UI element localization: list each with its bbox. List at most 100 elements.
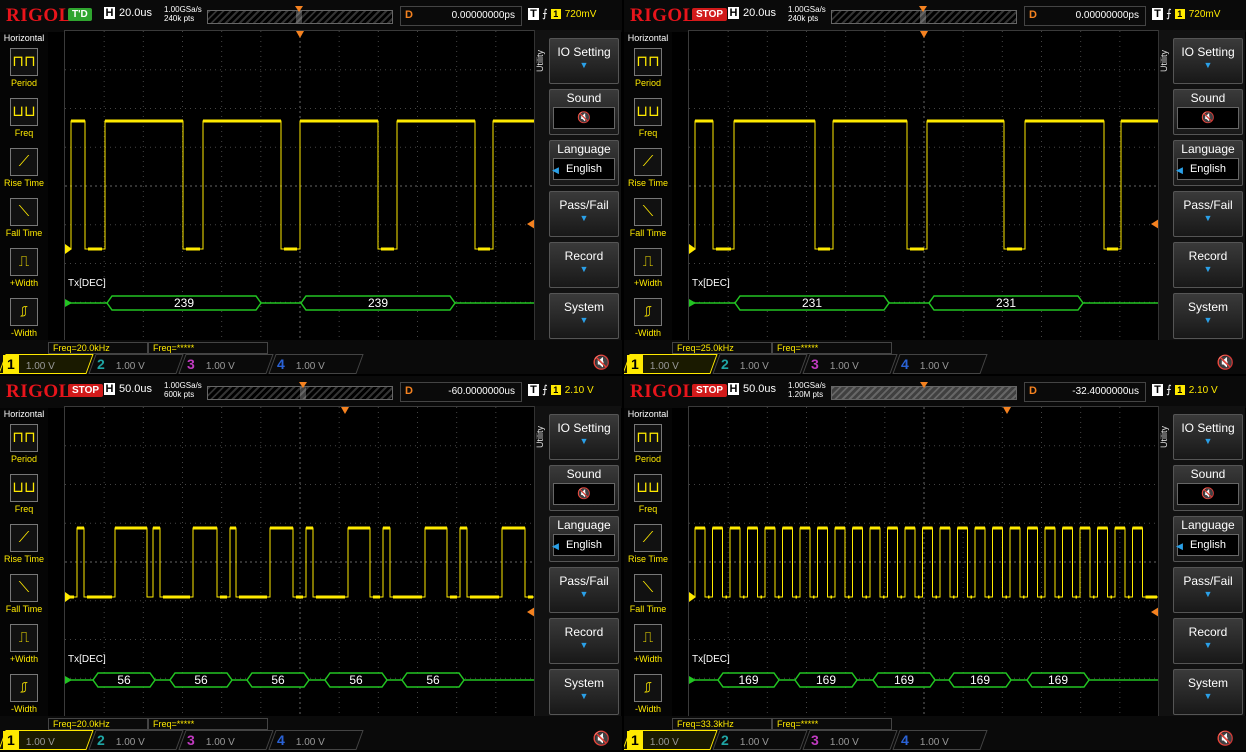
speaker-muted-icon[interactable]: 🔇	[1217, 354, 1234, 371]
delay-label: D	[1029, 9, 1037, 21]
timebase-indicator[interactable]: H 50.0us	[104, 383, 152, 395]
channel-1-button[interactable]: 1 1.00 V	[0, 354, 94, 374]
channel-1-button[interactable]: 1 1.00 V	[624, 354, 718, 374]
channel-3-button[interactable]: 3 1.00 V	[802, 730, 898, 750]
trigger-indicator[interactable]: T ⨍ 1 2.10 V	[528, 383, 620, 396]
record-button[interactable]: Record ▼	[549, 618, 619, 664]
delay-indicator[interactable]: D 0.00000000ps	[1024, 6, 1146, 26]
measure-rise-time[interactable]: ⟋ Rise Time	[0, 524, 48, 564]
measure-width[interactable]: ⎎ -Width	[624, 674, 672, 714]
delay-indicator[interactable]: D -32.4000000us	[1024, 382, 1146, 402]
measure-rise-time[interactable]: ⟋ Rise Time	[624, 524, 672, 564]
chevron-down-icon: ▼	[579, 640, 589, 650]
run-status-badge[interactable]: STOP	[68, 384, 104, 397]
speaker-muted-icon[interactable]: 🔇	[1217, 730, 1234, 747]
delay-indicator[interactable]: D 0.00000000ps	[400, 6, 522, 26]
trigger-indicator[interactable]: T ⨍ 1 720mV	[528, 7, 620, 20]
waveform-display[interactable]: 56 56 56 56 56	[64, 406, 536, 718]
measure-period[interactable]: ⊓⊓ Period	[0, 424, 48, 464]
measure-width[interactable]: ⎎ -Width	[624, 298, 672, 338]
sound-button[interactable]: Sound 🔇	[1173, 465, 1243, 511]
channel-scale: 1.00 V	[205, 737, 235, 748]
sound-button[interactable]: Sound 🔇	[549, 465, 619, 511]
channel-2-button[interactable]: 2 1.00 V	[88, 354, 184, 374]
trigger-level: 720mV	[1188, 9, 1221, 20]
channel-number: 1	[3, 731, 19, 749]
language-button[interactable]: Language English ◀	[1173, 140, 1243, 186]
trigger-indicator[interactable]: T ⨍ 1 720mV	[1152, 7, 1244, 20]
measure-width[interactable]: ⎍ +Width	[624, 624, 672, 664]
waveform-display[interactable]: 239 239	[64, 30, 536, 342]
run-status-badge[interactable]: STOP	[692, 8, 728, 21]
rigol-logo: RIGOL	[6, 5, 72, 26]
language-button[interactable]: Language English ◀	[549, 140, 619, 186]
pass-fail-button[interactable]: Pass/Fail ▼	[549, 567, 619, 613]
timebase-indicator[interactable]: H 20.0us	[728, 7, 776, 19]
measure-freq[interactable]: ⊔⊔ Freq	[624, 98, 672, 138]
measure-freq[interactable]: ⊔⊔ Freq	[0, 474, 48, 514]
measure-fall-time[interactable]: ⟍ Fall Time	[0, 574, 48, 614]
waveform-display[interactable]: 231 231	[688, 30, 1160, 342]
frequency-measurement: Freq=20.0kHz	[48, 718, 148, 730]
system-button[interactable]: System ▼	[1173, 669, 1243, 715]
measure-period[interactable]: ⊓⊓ Period	[624, 424, 672, 464]
language-value: English	[1177, 158, 1239, 180]
channel-2-button[interactable]: 2 1.00 V	[88, 730, 184, 750]
pass-fail-button[interactable]: Pass/Fail ▼	[549, 191, 619, 237]
waveform-display[interactable]: 169 169 169 169 169	[688, 406, 1160, 718]
run-status-badge[interactable]: STOP	[692, 384, 728, 397]
measure-width[interactable]: ⎎ -Width	[0, 674, 48, 714]
measure-width[interactable]: ⎍ +Width	[0, 248, 48, 288]
language-button[interactable]: Language English ◀	[1173, 516, 1243, 562]
channel-2-button[interactable]: 2 1.00 V	[712, 730, 808, 750]
channel-4-button[interactable]: 4 1.00 V	[892, 354, 988, 374]
trigger-position-marker-icon	[299, 382, 307, 388]
speaker-muted-icon[interactable]: 🔇	[593, 730, 610, 747]
sound-button[interactable]: Sound 🔇	[1173, 89, 1243, 135]
pass-fail-button[interactable]: Pass/Fail ▼	[1173, 191, 1243, 237]
channel-2-button[interactable]: 2 1.00 V	[712, 354, 808, 374]
measure-period[interactable]: ⊓⊓ Period	[0, 48, 48, 88]
measure-freq[interactable]: ⊔⊔ Freq	[0, 98, 48, 138]
io-setting-button[interactable]: IO Setting ▼	[1173, 414, 1243, 460]
measure-rise-time[interactable]: ⟋ Rise Time	[0, 148, 48, 188]
measure-rise-time[interactable]: ⟋ Rise Time	[624, 148, 672, 188]
language-button[interactable]: Language English ◀	[549, 516, 619, 562]
measure-fall-time[interactable]: ⟍ Fall Time	[0, 198, 48, 238]
measure-fall-time[interactable]: ⟍ Fall Time	[624, 198, 672, 238]
trigger-indicator[interactable]: T ⨍ 1 2.10 V	[1152, 383, 1244, 396]
channel-3-button[interactable]: 3 1.00 V	[802, 354, 898, 374]
channel-1-button[interactable]: 1 1.00 V	[0, 730, 94, 750]
utility-title: Utility	[535, 426, 545, 448]
channel-4-button[interactable]: 4 1.00 V	[268, 730, 364, 750]
timebase-indicator[interactable]: H 20.0us	[104, 7, 152, 19]
io-setting-button[interactable]: IO Setting ▼	[1173, 38, 1243, 84]
measure-width[interactable]: ⎍ +Width	[624, 248, 672, 288]
io-setting-button[interactable]: IO Setting ▼	[549, 38, 619, 84]
pass-fail-button[interactable]: Pass/Fail ▼	[1173, 567, 1243, 613]
run-status-badge[interactable]: T'D	[68, 8, 92, 21]
channel-3-button[interactable]: 3 1.00 V	[178, 730, 274, 750]
channel-3-button[interactable]: 3 1.00 V	[178, 354, 274, 374]
record-button[interactable]: Record ▼	[1173, 618, 1243, 664]
record-button[interactable]: Record ▼	[549, 242, 619, 288]
delay-indicator[interactable]: D -60.0000000us	[400, 382, 522, 402]
measure-width[interactable]: ⎎ -Width	[0, 298, 48, 338]
io-setting-button[interactable]: IO Setting ▼	[549, 414, 619, 460]
channel-4-button[interactable]: 4 1.00 V	[268, 354, 364, 374]
measure-width[interactable]: ⎍ +Width	[0, 624, 48, 664]
measure-period[interactable]: ⊓⊓ Period	[624, 48, 672, 88]
system-button[interactable]: System ▼	[549, 293, 619, 339]
speaker-muted-icon[interactable]: 🔇	[593, 354, 610, 371]
system-button[interactable]: System ▼	[1173, 293, 1243, 339]
timebase-indicator[interactable]: H 50.0us	[728, 383, 776, 395]
channel-1-button[interactable]: 1 1.00 V	[624, 730, 718, 750]
channel-4-button[interactable]: 4 1.00 V	[892, 730, 988, 750]
sound-button[interactable]: Sound 🔇	[549, 89, 619, 135]
delay-value: 0.00000000ps	[1075, 10, 1139, 21]
measure-fall-time[interactable]: ⟍ Fall Time	[624, 574, 672, 614]
button-label: Pass/Fail	[1183, 198, 1233, 212]
system-button[interactable]: System ▼	[549, 669, 619, 715]
measure-freq[interactable]: ⊔⊔ Freq	[624, 474, 672, 514]
record-button[interactable]: Record ▼	[1173, 242, 1243, 288]
